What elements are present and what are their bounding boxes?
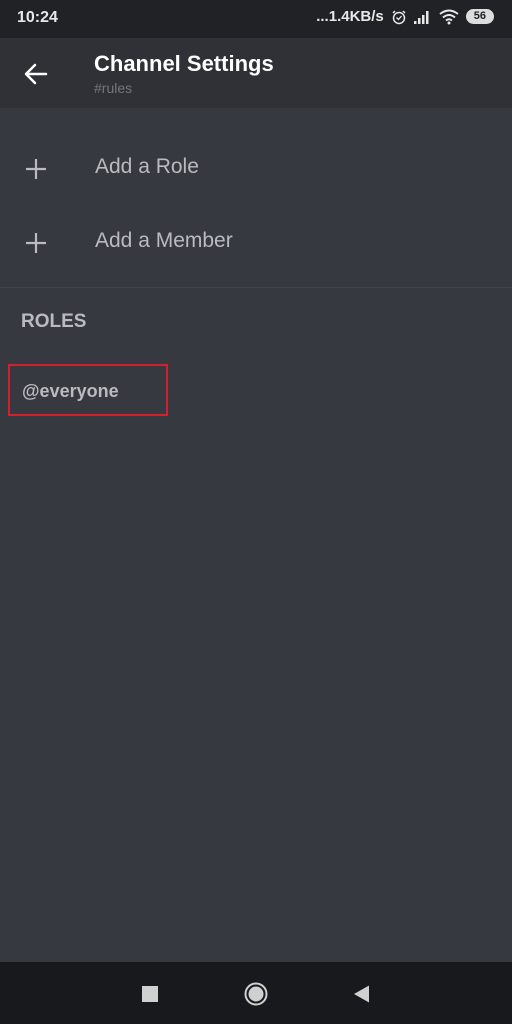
status-bar: 10:24 ...1.4KB/s 56 [0,0,512,38]
add-role-button[interactable]: Add a Role [0,143,512,203]
home-icon[interactable] [244,982,268,1006]
wifi-icon [439,9,459,24]
app-bar: Channel Settings #rules [0,38,512,108]
add-member-button[interactable]: Add a Member [0,217,512,277]
role-label: @everyone [22,381,119,401]
recents-icon[interactable] [138,982,162,1006]
add-role-label: Add a Role [95,155,199,178]
arrow-left-icon[interactable] [22,60,50,88]
channel-name: #rules [94,80,133,96]
battery-icon: 56 [465,9,494,24]
role-item-everyone[interactable]: @everyone [8,364,168,416]
signal-icon [413,10,429,24]
status-icons: ...1.4KB/s 56 [316,8,494,25]
roles-section-header: ROLES [21,311,87,332]
add-member-label: Add a Member [95,229,233,252]
divider [0,287,512,288]
plus-icon [26,233,46,253]
alarm-icon [392,9,406,24]
plus-icon [26,159,46,179]
network-speed: ...1.4KB/s [316,8,384,25]
page-title: Channel Settings [94,51,274,76]
back-icon[interactable] [350,982,374,1006]
status-time: 10:24 [17,9,58,26]
navigation-bar [0,962,512,1024]
